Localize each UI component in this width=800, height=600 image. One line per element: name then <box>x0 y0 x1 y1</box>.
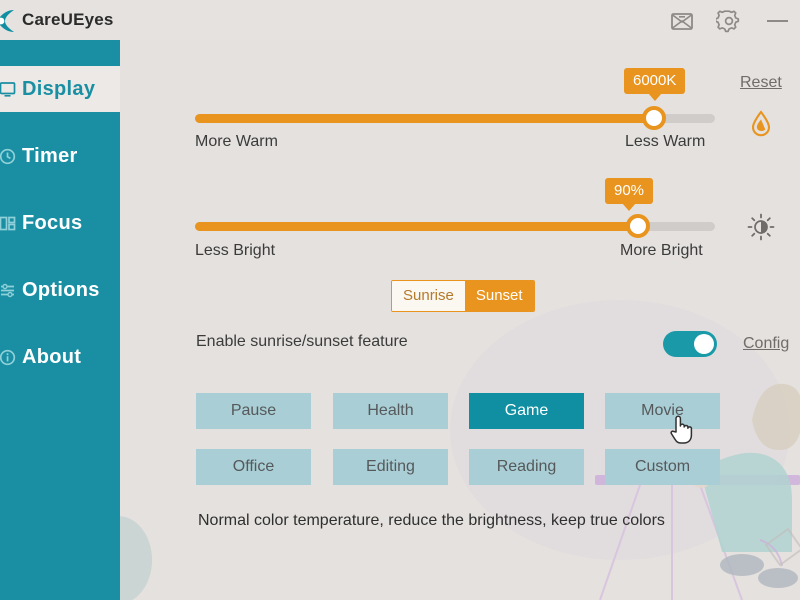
brightness-right-caption: More Bright <box>620 242 703 259</box>
brightness-left-caption: Less Bright <box>195 242 276 259</box>
minimize-button[interactable] <box>762 6 792 36</box>
brightness-slider-handle[interactable] <box>626 214 650 238</box>
reset-link[interactable]: Reset <box>740 74 782 92</box>
sidebar-item-display[interactable]: Display <box>0 66 120 112</box>
toggle-knob <box>694 334 714 354</box>
preset-health-button[interactable]: Health <box>333 393 448 429</box>
mail-icon <box>671 13 693 30</box>
preset-office-button[interactable]: Office <box>196 449 311 485</box>
temperature-left-caption: More Warm <box>195 133 278 150</box>
sunrise-sunset-tabs: Sunrise Sunset <box>391 280 535 312</box>
tab-sunset[interactable]: Sunset <box>464 281 534 311</box>
pointing-hand-cursor <box>670 415 693 444</box>
brightness-track-fill <box>195 222 639 231</box>
clock-icon <box>0 148 20 165</box>
color-drop-icon[interactable] <box>746 108 776 138</box>
preset-game-button[interactable]: Game <box>469 393 584 429</box>
enable-sunrise-sunset-toggle[interactable] <box>663 331 717 357</box>
careueyes-window: CareUEyes Display Timer Focus Options Ab… <box>0 0 800 600</box>
title-bar: CareUEyes <box>0 0 800 40</box>
preset-reading-button[interactable]: Reading <box>469 449 584 485</box>
display-panel: 6000K More Warm Less Warm Reset 90% Less… <box>120 40 800 600</box>
temperature-slider-handle[interactable] <box>642 106 666 130</box>
sliders-icon <box>0 282 20 299</box>
temperature-track-fill <box>195 114 655 123</box>
preset-movie-button[interactable]: Movie <box>605 393 720 429</box>
temperature-right-caption: Less Warm <box>625 133 706 150</box>
temperature-value-bubble: 6000K <box>624 68 686 101</box>
brightness-value-bubble: 90% <box>605 178 654 211</box>
focus-icon <box>0 215 20 232</box>
minimize-icon <box>766 20 788 22</box>
monitor-icon <box>0 81 20 98</box>
careueyes-eye-logo <box>0 10 14 32</box>
sidebar-item-focus[interactable]: Focus <box>0 200 120 246</box>
config-link[interactable]: Config <box>743 335 789 353</box>
preset-editing-button[interactable]: Editing <box>333 449 448 485</box>
enable-sunrise-sunset-label: Enable sunrise/sunset feature <box>196 333 408 350</box>
info-icon <box>0 349 20 366</box>
feedback-mail-button[interactable] <box>667 6 697 36</box>
preset-description: Normal color temperature, reduce the bri… <box>198 512 665 529</box>
sidebar-item-timer[interactable]: Timer <box>0 133 120 179</box>
sidebar-item-label: About <box>22 345 82 368</box>
tab-sunrise[interactable]: Sunrise <box>392 281 465 311</box>
app-title: CareUEyes <box>22 10 114 29</box>
settings-button[interactable] <box>714 6 744 36</box>
sidebar: Display Timer Focus Options About <box>0 40 120 600</box>
sidebar-item-label: Options <box>22 278 100 301</box>
gear-icon <box>716 10 740 33</box>
sidebar-item-about[interactable]: About <box>0 334 120 380</box>
sidebar-item-label: Focus <box>22 211 83 234</box>
sidebar-item-options[interactable]: Options <box>0 267 120 313</box>
preset-pause-button[interactable]: Pause <box>196 393 311 429</box>
sidebar-item-label: Display <box>22 77 96 100</box>
brightness-sun-icon[interactable] <box>746 212 776 242</box>
sidebar-item-label: Timer <box>22 144 78 167</box>
preset-custom-button[interactable]: Custom <box>605 449 720 485</box>
